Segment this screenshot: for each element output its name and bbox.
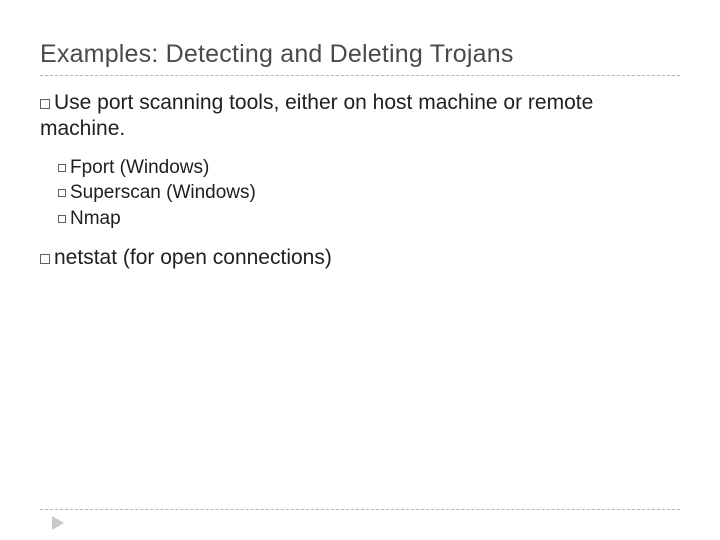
bullet-text: Use port scanning tools, either on host … <box>40 91 593 140</box>
square-bullet-icon <box>40 99 50 109</box>
footer-divider <box>40 509 680 510</box>
title-divider <box>40 75 680 76</box>
bullet-level2: Nmap <box>58 206 680 232</box>
bullet-level1: Use port scanning tools, either on host … <box>40 90 680 143</box>
footer-arrow-icon <box>52 516 66 530</box>
slide: Examples: Detecting and Deleting Trojans… <box>0 0 720 540</box>
bullet-text: netstat (for open connections) <box>54 246 332 269</box>
square-bullet-icon <box>40 254 50 264</box>
sub-bullet-group: Fport (Windows) Superscan (Windows) Nmap <box>58 155 680 232</box>
slide-title: Examples: Detecting and Deleting Trojans <box>40 40 680 69</box>
bullet-text: Nmap <box>70 208 121 229</box>
square-bullet-icon <box>58 215 66 223</box>
bullet-level2: Superscan (Windows) <box>58 180 680 206</box>
bullet-level1: netstat (for open connections) <box>40 245 680 271</box>
bullet-level2: Fport (Windows) <box>58 155 680 181</box>
square-bullet-icon <box>58 164 66 172</box>
bullet-text: Fport (Windows) <box>70 157 209 178</box>
square-bullet-icon <box>58 189 66 197</box>
bullet-text: Superscan (Windows) <box>70 182 256 203</box>
